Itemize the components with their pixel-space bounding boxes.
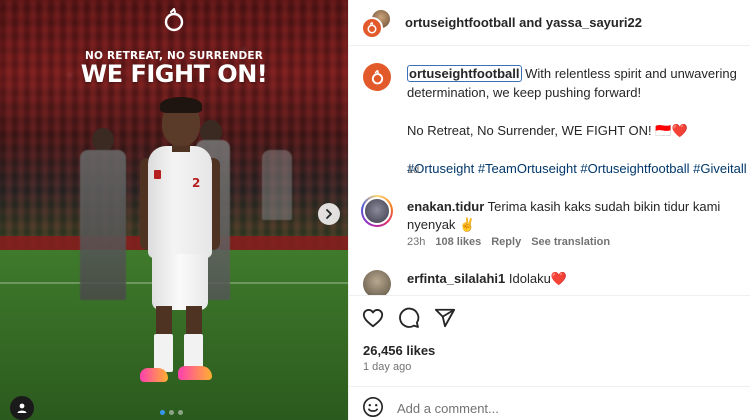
player-sock — [154, 334, 173, 372]
author-username-link[interactable]: ortuseightfootball — [405, 15, 516, 30]
caption-username-link[interactable]: ortuseightfootball — [407, 65, 522, 82]
headline-title: WE FIGHT ON! — [80, 60, 268, 88]
comment-likes-link[interactable]: 108 likes — [435, 236, 481, 248]
comment-body: Idolaku❤️ — [505, 271, 567, 286]
post-header: ortuseightfootball and yassa_sayuri22 — [349, 0, 750, 46]
avatar[interactable] — [363, 270, 391, 295]
background-person-head — [92, 128, 114, 152]
player-boot — [140, 368, 168, 382]
post-caption: ortuseightfootball With relentless spiri… — [407, 64, 747, 178]
author-username-link[interactable]: yassa_sayuri22 — [546, 15, 642, 30]
ortuseight-logo-icon — [371, 69, 383, 84]
post-timestamp: 1 day ago — [363, 361, 412, 373]
reply-button[interactable]: Reply — [491, 236, 521, 248]
comments-section[interactable]: ortuseightfootball With relentless spiri… — [349, 47, 750, 295]
shirt-badge — [154, 170, 161, 179]
caption-text: No Retreat, No Surrender, WE FIGHT ON! 🇮… — [407, 123, 688, 138]
player-boot — [178, 366, 212, 380]
background-person — [80, 150, 126, 300]
avatar[interactable] — [361, 17, 383, 39]
emoji-icon[interactable] — [362, 396, 384, 418]
player-shirt — [148, 146, 212, 258]
avatar[interactable] — [363, 63, 391, 91]
post-media[interactable]: 2 NO RETREAT, NO SURRENDER WE FIGHT ON! — [0, 0, 348, 420]
background-person — [262, 150, 292, 220]
heart-icon — [362, 309, 384, 328]
player-shorts — [152, 254, 208, 310]
comment-username-link[interactable]: erfinta_silalahi1 — [407, 271, 505, 286]
carousel-indicator — [160, 410, 183, 415]
post-actions: 26,456 likes 1 day ago — [349, 295, 750, 385]
likes-count[interactable]: 26,456 likes — [363, 343, 435, 358]
shirt-number: 2 — [192, 176, 201, 190]
ortuseight-logo-icon — [164, 8, 184, 32]
see-translation-button[interactable]: See translation — [531, 236, 610, 248]
comment-input[interactable] — [397, 397, 737, 419]
comment-button[interactable] — [397, 306, 421, 330]
comment-username-link[interactable]: enakan.tidur — [407, 199, 484, 214]
tagged-users-button[interactable] — [10, 396, 34, 420]
player-hair — [160, 97, 202, 113]
caption-timestamp: 1d — [407, 164, 420, 176]
user-icon — [17, 403, 27, 413]
carousel-dot — [178, 410, 183, 415]
comment-text: enakan.tidur Terima kasih kaks sudah bik… — [407, 198, 737, 234]
comment-meta: 23h 108 likes Reply See translation — [407, 236, 610, 248]
ortuseight-logo-icon — [367, 22, 377, 34]
avatar-image — [363, 197, 391, 225]
caption-hashtags[interactable]: #Ortuseight #TeamOrtuseight #Ortuseightf… — [407, 159, 747, 178]
post-details-panel: ortuseightfootball and yassa_sayuri22 or… — [348, 0, 750, 420]
carousel-dot — [169, 410, 174, 415]
carousel-next-button[interactable] — [318, 203, 340, 225]
paper-plane-icon — [434, 308, 456, 328]
comment-timestamp: 23h — [407, 236, 426, 248]
carousel-dot-active — [160, 410, 165, 415]
like-button[interactable] — [361, 306, 385, 330]
avatar[interactable] — [361, 195, 393, 227]
comment-bubble-icon — [399, 307, 420, 328]
collab-avatars[interactable] — [361, 9, 393, 41]
add-comment-bar — [349, 386, 750, 420]
share-button[interactable] — [433, 306, 457, 330]
post-authors: ortuseightfootball and yassa_sayuri22 — [405, 15, 642, 30]
comment-text: erfinta_silalahi1 Idolaku❤️ — [407, 271, 567, 287]
chevron-right-icon — [326, 209, 332, 219]
author-separator: and — [515, 15, 546, 30]
